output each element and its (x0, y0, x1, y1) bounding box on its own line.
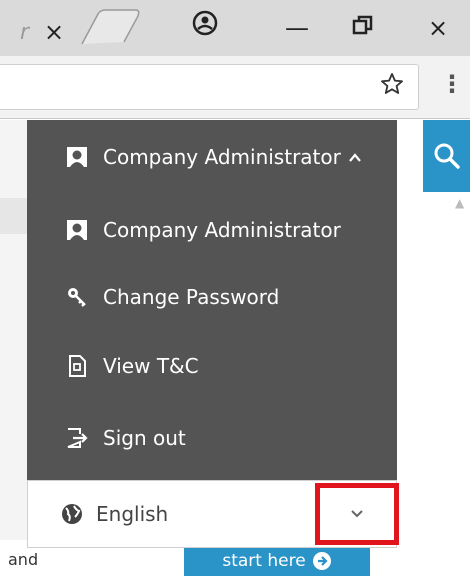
language-selector[interactable]: English (27, 480, 399, 548)
caret-up-icon (348, 148, 361, 167)
menu-item-label: Change Password (103, 285, 280, 309)
address-bar[interactable] (0, 64, 419, 110)
language-label: English (96, 502, 169, 526)
account-dropdown-menu: Company Administrator Company Administra… (27, 120, 397, 480)
browser-toolbar (0, 56, 470, 119)
browser-tab[interactable]: r × (0, 8, 80, 56)
language-dropdown-toggle[interactable] (315, 483, 399, 545)
document-icon (61, 354, 93, 378)
sign-out-icon (61, 427, 93, 449)
arrow-circle-icon (312, 552, 331, 570)
search-icon (434, 143, 460, 169)
search-button[interactable] (423, 120, 470, 192)
menu-header-label: Company Administrator (103, 145, 341, 169)
user-icon (61, 218, 93, 242)
new-tab-button[interactable] (80, 8, 160, 44)
menu-item-sign-out[interactable]: Sign out (27, 418, 397, 458)
menu-item-change-password[interactable]: Change Password (27, 277, 397, 317)
key-icon (61, 285, 93, 309)
tab-title-fragment: r (20, 19, 29, 45)
menu-item-label: View T&C (103, 354, 199, 378)
page-strip (0, 198, 30, 234)
menu-header-company-administrator[interactable]: Company Administrator (27, 137, 397, 177)
start-here-button[interactable]: start here (184, 546, 370, 576)
page-text-fragment: and (8, 550, 39, 569)
close-window-icon[interactable]: × (428, 10, 448, 46)
tab-close-icon[interactable]: × (44, 8, 64, 56)
menu-item-label: Company Administrator (103, 218, 341, 242)
bookmark-star-icon[interactable] (380, 72, 404, 102)
scroll-up-arrow-icon[interactable]: ▲ (455, 196, 464, 210)
browser-titlebar: r × — × (0, 0, 470, 56)
minimize-icon[interactable]: — (285, 10, 309, 46)
browser-menu-icon[interactable]: ⋮ (440, 70, 464, 98)
menu-item-label: Sign out (103, 426, 186, 450)
start-here-label: start here (222, 551, 306, 571)
chevron-down-icon (351, 510, 363, 518)
user-icon (61, 145, 93, 169)
menu-item-view-tc[interactable]: View T&C (27, 346, 397, 386)
restore-icon[interactable] (352, 10, 374, 46)
profile-icon[interactable] (192, 10, 218, 46)
globe-icon (60, 502, 84, 526)
menu-item-company-administrator[interactable]: Company Administrator (27, 210, 397, 250)
